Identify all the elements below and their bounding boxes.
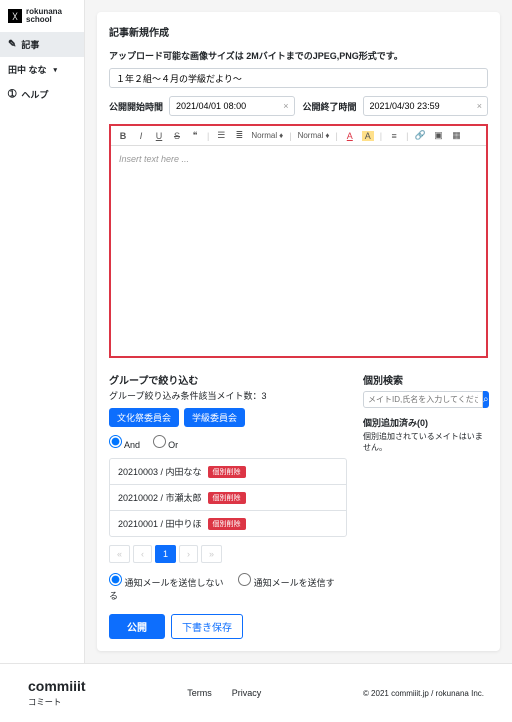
footer-privacy-link[interactable]: Privacy [232,688,262,698]
page-title: 記事新規作成 [109,24,488,39]
font-style-select[interactable]: Normal♦ [298,131,330,140]
bg-color-icon[interactable]: A [362,131,374,141]
group-tag[interactable]: 学級委員会 [184,408,245,427]
start-datetime-input[interactable] [169,96,294,116]
nav-help-label: ヘルプ [21,88,48,101]
upload-hint: アップロード可能な画像サイズは 2MバイトまでのJPEG,PNG形式です。 [109,49,488,62]
italic-icon[interactable]: I [135,131,147,141]
added-title: 個別追加済み(0) [363,416,488,429]
added-empty: 個別追加されているメイトはいません。 [363,431,488,453]
group-filter-title: グループで絞り込む [109,372,347,387]
search-title: 個別検索 [363,372,488,387]
publish-button[interactable]: 公開 [109,614,165,639]
nav-articles[interactable]: ✎ 記事 [0,32,84,57]
group-tag[interactable]: 文化祭委員会 [109,408,179,427]
page-first[interactable]: « [109,545,130,563]
list-ul-icon[interactable]: ☰ [215,130,227,141]
mate-cell: 20210002 / 市瀬太郎 [118,491,202,504]
quote-icon[interactable]: ❝ [189,130,201,141]
table-icon[interactable]: ▦ [450,130,462,141]
footer-logo: commiiit コミート [28,678,86,708]
brand-logo: ᚷ rokunana school [0,0,84,32]
help-icon: ➀ [8,89,16,100]
search-button[interactable]: ⌕ [483,391,489,408]
editor-toolbar: B I U S ❝ | ☰ ≣ Normal♦ | Normal♦ | A A … [111,126,486,146]
article-title-input[interactable] [109,68,488,88]
delete-badge[interactable]: 個別削除 [208,466,246,478]
underline-icon[interactable]: U [153,131,165,141]
end-datetime-input[interactable] [363,96,488,116]
list-ol-icon[interactable]: ≣ [233,130,245,141]
logic-and-radio[interactable]: And [109,440,140,450]
search-icon: ⌕ [483,394,489,405]
align-icon[interactable]: ≡ [388,131,400,141]
delete-badge[interactable]: 個別削除 [208,518,246,530]
sidebar: ᚷ rokunana school ✎ 記事 田中 なな ➀ ヘルプ [0,0,85,663]
draft-button[interactable]: 下書き保存 [171,614,243,639]
page-next[interactable]: › [179,545,198,563]
pencil-icon: ✎ [8,39,16,50]
mates-table: 20210003 / 内田なな 個別削除 20210002 / 市瀬太郎 個別削… [109,458,347,537]
bold-icon[interactable]: B [117,131,129,141]
table-row: 20210003 / 内田なな 個別削除 [110,459,346,485]
font-color-icon[interactable]: A [344,131,356,141]
clear-start-icon[interactable]: × [283,101,288,111]
main: 記事新規作成 アップロード可能な画像サイズは 2MバイトまでのJPEG,PNG形… [85,0,512,663]
notify-off-radio[interactable]: 通知メールを送信しない [109,578,224,588]
page-last[interactable]: » [201,545,222,563]
block-style-select[interactable]: Normal♦ [251,131,283,140]
mate-cell: 20210001 / 田中りほ [118,517,202,530]
clear-end-icon[interactable]: × [477,101,482,111]
group-filter-sub: グループ絞り込み条件該当メイト数：3 [109,389,347,402]
card: 記事新規作成 アップロード可能な画像サイズは 2MバイトまでのJPEG,PNG形… [97,12,500,651]
table-row: 20210001 / 田中りほ 個別削除 [110,511,346,536]
end-label: 公開終了時間 [303,100,357,113]
logo-text: rokunana school [26,8,62,24]
strike-icon[interactable]: S [171,131,183,141]
pagination: « ‹ 1 › » [109,545,347,563]
nav-help[interactable]: ➀ ヘルプ [0,82,84,107]
start-label: 公開開始時間 [109,100,163,113]
nav-user[interactable]: 田中 なな [0,57,84,82]
footer-terms-link[interactable]: Terms [187,688,212,698]
mate-cell: 20210003 / 内田なな [118,465,202,478]
logic-or-radio[interactable]: Or [153,440,179,450]
rich-editor: B I U S ❝ | ☰ ≣ Normal♦ | Normal♦ | A A … [109,124,488,358]
logo-mark: ᚷ [8,9,22,23]
link-icon[interactable]: 🔗 [414,130,426,141]
nav-articles-label: 記事 [21,38,39,51]
footer-copyright: © 2021 commiiit.jp / rokunana Inc. [363,689,484,698]
nav-user-label: 田中 なな [8,63,47,76]
editor-body[interactable]: Insert text here ... [111,146,486,356]
table-row: 20210002 / 市瀬太郎 個別削除 [110,485,346,511]
footer: commiiit コミート Terms Privacy © 2021 commi… [0,663,512,722]
delete-badge[interactable]: 個別削除 [208,492,246,504]
page-current[interactable]: 1 [155,545,176,563]
image-icon[interactable]: ▣ [432,130,444,141]
search-input[interactable] [363,391,483,408]
page-prev[interactable]: ‹ [133,545,152,563]
